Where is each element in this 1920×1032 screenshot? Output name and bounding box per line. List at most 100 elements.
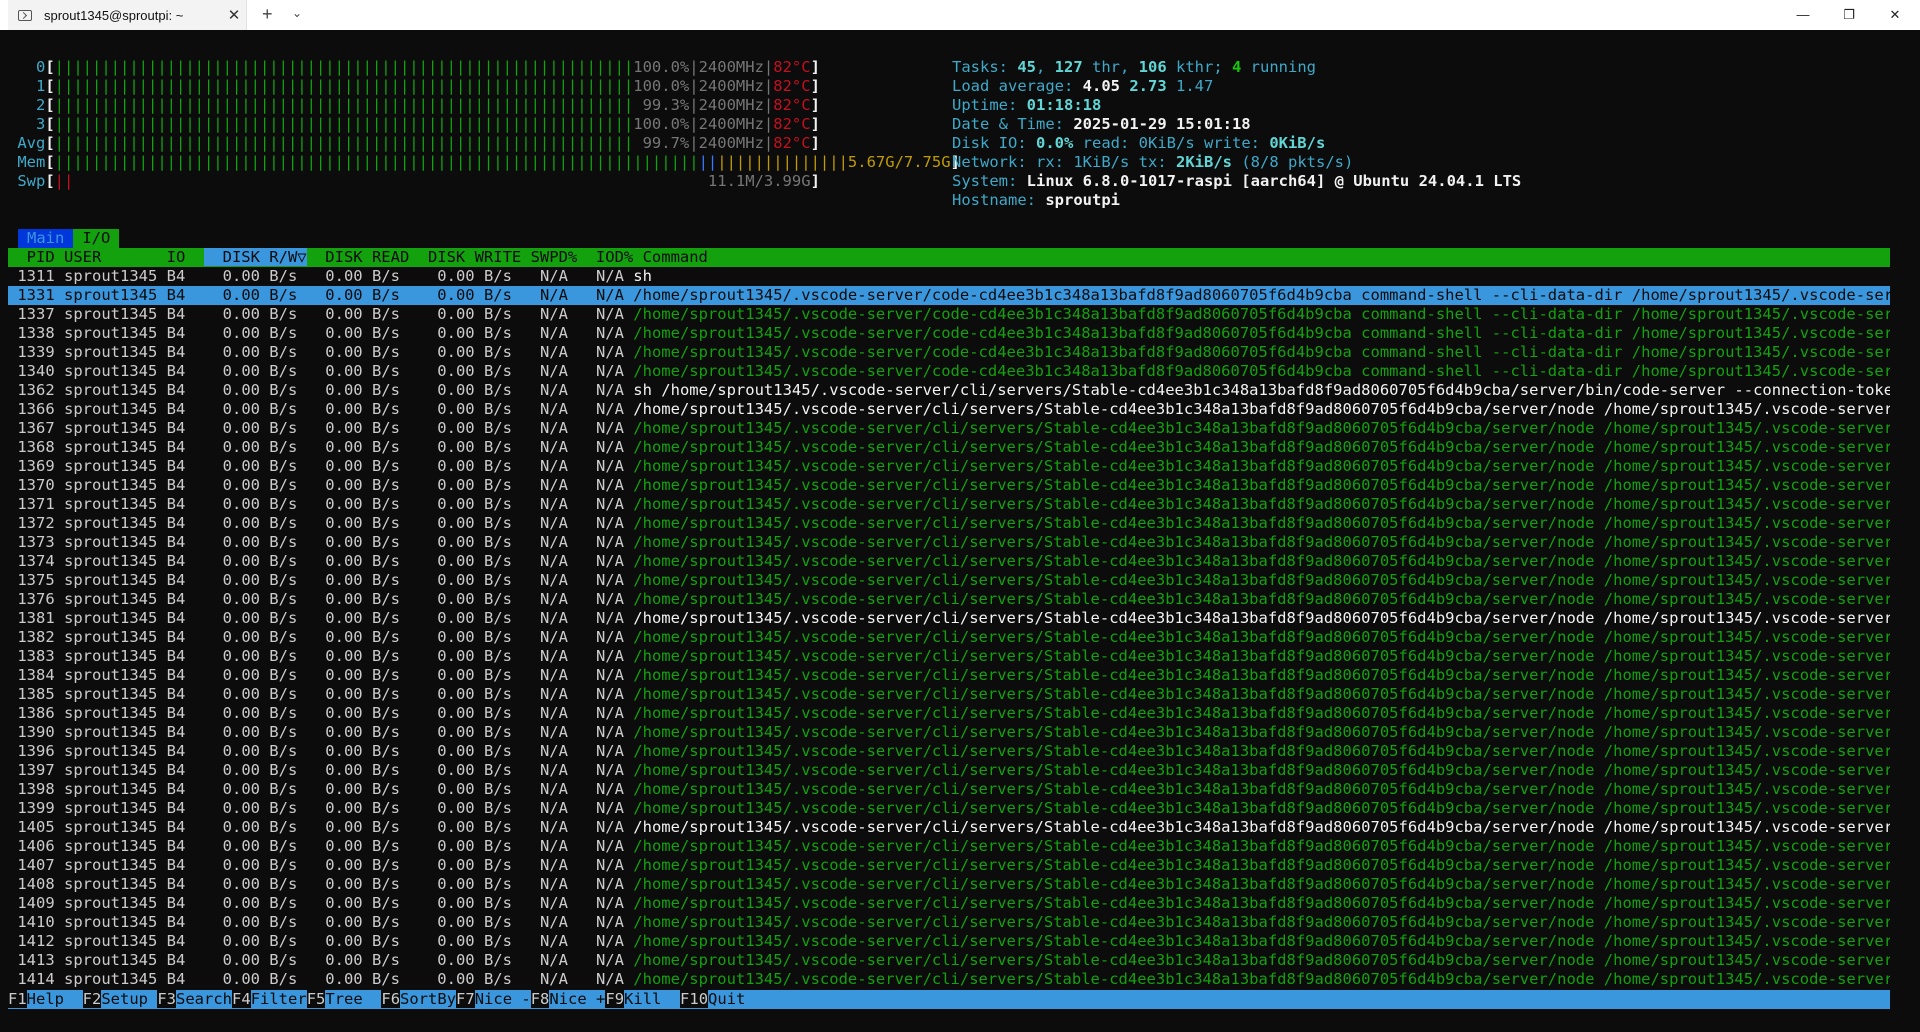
fkey-f1[interactable]: F1Help bbox=[8, 990, 83, 1009]
header-columns-left[interactable]: PID USER IO bbox=[8, 248, 204, 266]
table-row-selected[interactable]: 1331 sprout1345 B4 0.00 B/s 0.00 B/s 0.0… bbox=[8, 286, 1890, 305]
table-row[interactable]: 1390 sprout1345 B4 0.00 B/s 0.00 B/s 0.0… bbox=[8, 723, 1890, 742]
new-tab-button[interactable]: + bbox=[262, 4, 273, 25]
disk-read-cell: 0.00 B/s bbox=[306, 457, 410, 475]
table-row[interactable]: 1367 sprout1345 B4 0.00 B/s 0.00 B/s 0.0… bbox=[8, 419, 1890, 438]
table-row[interactable]: 1376 sprout1345 B4 0.00 B/s 0.00 B/s 0.0… bbox=[8, 590, 1890, 609]
memory-used-bar: ||||||||||||||||||||||||||||||||||||||||… bbox=[54, 153, 699, 171]
disk-read-cell: 0.00 B/s bbox=[306, 951, 410, 969]
maximize-button[interactable]: ❐ bbox=[1826, 0, 1872, 30]
terminal-tab[interactable]: sprout1345@sproutpi: ~ ✕ bbox=[8, 0, 247, 30]
fkey-label: SortBy bbox=[400, 990, 457, 1008]
table-row[interactable]: 1368 sprout1345 B4 0.00 B/s 0.00 B/s 0.0… bbox=[8, 438, 1890, 457]
io-priority-cell: B4 bbox=[166, 666, 195, 684]
fkey-f10[interactable]: F10Quit bbox=[680, 990, 745, 1009]
io-priority-cell: B4 bbox=[166, 400, 195, 418]
cpu-meter-readout: 99.7%|2400MHz|82°C bbox=[633, 134, 811, 152]
io-priority-cell: B4 bbox=[166, 438, 195, 456]
table-row[interactable]: 1407 sprout1345 B4 0.00 B/s 0.00 B/s 0.0… bbox=[8, 856, 1890, 875]
tab-dropdown-icon[interactable]: ⌄ bbox=[292, 6, 302, 20]
table-row[interactable]: 1373 sprout1345 B4 0.00 B/s 0.00 B/s 0.0… bbox=[8, 533, 1890, 552]
fkey-f6[interactable]: F6SortBy bbox=[381, 990, 456, 1009]
fkey-f7[interactable]: F7Nice - bbox=[456, 990, 531, 1009]
io-delay-cell: N/A bbox=[577, 419, 634, 437]
disk-write-cell: 0.00 B/s bbox=[409, 875, 522, 893]
table-row[interactable]: 1384 sprout1345 B4 0.00 B/s 0.00 B/s 0.0… bbox=[8, 666, 1890, 685]
fkey-f9[interactable]: F9Kill bbox=[605, 990, 680, 1009]
table-row[interactable]: 1370 sprout1345 B4 0.00 B/s 0.00 B/s 0.0… bbox=[8, 476, 1890, 495]
fkey-label: Nice + bbox=[549, 990, 606, 1008]
table-row[interactable]: 1362 sprout1345 B4 0.00 B/s 0.00 B/s 0.0… bbox=[8, 381, 1890, 400]
table-row[interactable]: 1414 sprout1345 B4 0.00 B/s 0.00 B/s 0.0… bbox=[8, 970, 1890, 989]
fkey-key: F1 bbox=[8, 990, 27, 1008]
table-row[interactable]: 1405 sprout1345 B4 0.00 B/s 0.00 B/s 0.0… bbox=[8, 818, 1890, 837]
disk-read-cell: 0.00 B/s bbox=[306, 856, 410, 874]
table-row[interactable]: 1338 sprout1345 B4 0.00 B/s 0.00 B/s 0.0… bbox=[8, 324, 1890, 343]
table-row[interactable]: 1369 sprout1345 B4 0.00 B/s 0.00 B/s 0.0… bbox=[8, 457, 1890, 476]
table-row[interactable]: 1398 sprout1345 B4 0.00 B/s 0.00 B/s 0.0… bbox=[8, 780, 1890, 799]
process-table-header[interactable]: PID USER IO DISK R/W▽ DISK READ DISK WRI… bbox=[8, 248, 1890, 267]
close-window-button[interactable]: ✕ bbox=[1872, 0, 1918, 30]
table-row[interactable]: 1339 sprout1345 B4 0.00 B/s 0.00 B/s 0.0… bbox=[8, 343, 1890, 362]
command-cell: sh /home/sprout1345/.vscode-server/cli/s… bbox=[633, 381, 1890, 399]
disk-rw-cell: 0.00 B/s bbox=[194, 419, 307, 437]
swapped-cell: N/A bbox=[521, 818, 578, 836]
table-row[interactable]: 1397 sprout1345 B4 0.00 B/s 0.00 B/s 0.0… bbox=[8, 761, 1890, 780]
command-cell: /home/sprout1345/.vscode-server/code-cd4… bbox=[633, 343, 1890, 361]
pid-cell: 1409 bbox=[8, 894, 64, 912]
table-row[interactable]: 1372 sprout1345 B4 0.00 B/s 0.00 B/s 0.0… bbox=[8, 514, 1890, 533]
io-delay-cell: N/A bbox=[577, 723, 634, 741]
io-delay-cell: N/A bbox=[577, 894, 634, 912]
table-row[interactable]: 1386 sprout1345 B4 0.00 B/s 0.00 B/s 0.0… bbox=[8, 704, 1890, 723]
table-row[interactable]: 1311 sprout1345 B4 0.00 B/s 0.00 B/s 0.0… bbox=[8, 267, 1890, 286]
disk-write-cell: 0.00 B/s bbox=[409, 438, 522, 456]
io-priority-cell: B4 bbox=[166, 685, 195, 703]
table-row[interactable]: 1410 sprout1345 B4 0.00 B/s 0.00 B/s 0.0… bbox=[8, 913, 1890, 932]
table-row[interactable]: 1409 sprout1345 B4 0.00 B/s 0.00 B/s 0.0… bbox=[8, 894, 1890, 913]
table-row[interactable]: 1396 sprout1345 B4 0.00 B/s 0.00 B/s 0.0… bbox=[8, 742, 1890, 761]
user-cell: sprout1345 bbox=[64, 894, 167, 912]
table-row[interactable]: 1408 sprout1345 B4 0.00 B/s 0.00 B/s 0.0… bbox=[8, 875, 1890, 894]
swapped-cell: N/A bbox=[521, 913, 578, 931]
disk-rw-cell: 0.00 B/s bbox=[194, 381, 307, 399]
table-row[interactable]: 1413 sprout1345 B4 0.00 B/s 0.00 B/s 0.0… bbox=[8, 951, 1890, 970]
table-row[interactable]: 1385 sprout1345 B4 0.00 B/s 0.00 B/s 0.0… bbox=[8, 685, 1890, 704]
table-row[interactable]: 1406 sprout1345 B4 0.00 B/s 0.00 B/s 0.0… bbox=[8, 837, 1890, 856]
table-row[interactable]: 1399 sprout1345 B4 0.00 B/s 0.00 B/s 0.0… bbox=[8, 799, 1890, 818]
swapped-cell: N/A bbox=[521, 780, 578, 798]
disk-read-cell: 0.00 B/s bbox=[306, 533, 410, 551]
command-cell: /home/sprout1345/.vscode-server/cli/serv… bbox=[633, 723, 1890, 741]
table-row[interactable]: 1366 sprout1345 B4 0.00 B/s 0.00 B/s 0.0… bbox=[8, 400, 1890, 419]
table-row[interactable]: 1374 sprout1345 B4 0.00 B/s 0.00 B/s 0.0… bbox=[8, 552, 1890, 571]
table-row[interactable]: 1340 sprout1345 B4 0.00 B/s 0.00 B/s 0.0… bbox=[8, 362, 1890, 381]
swapped-cell: N/A bbox=[521, 685, 578, 703]
table-row[interactable]: 1383 sprout1345 B4 0.00 B/s 0.00 B/s 0.0… bbox=[8, 647, 1890, 666]
fkey-f2[interactable]: F2Setup bbox=[82, 990, 158, 1009]
minimize-button[interactable]: — bbox=[1780, 0, 1826, 30]
table-row[interactable]: 1412 sprout1345 B4 0.00 B/s 0.00 B/s 0.0… bbox=[8, 932, 1890, 951]
memory-value: 5.67G/7.75G bbox=[847, 153, 951, 171]
fkey-f5[interactable]: F5Tree bbox=[306, 990, 382, 1009]
table-row[interactable]: 1382 sprout1345 B4 0.00 B/s 0.00 B/s 0.0… bbox=[8, 628, 1890, 647]
swapped-cell: N/A bbox=[521, 723, 578, 741]
table-row[interactable]: 1381 sprout1345 B4 0.00 B/s 0.00 B/s 0.0… bbox=[8, 609, 1890, 628]
header-sort-column[interactable]: DISK R/W▽ bbox=[203, 248, 307, 266]
tab-io[interactable]: I/O bbox=[73, 229, 120, 248]
disk-read-cell: 0.00 B/s bbox=[306, 362, 410, 380]
tab-close-icon[interactable]: ✕ bbox=[222, 6, 246, 24]
fkey-f8[interactable]: F8Nice + bbox=[530, 990, 606, 1009]
disk-rw-cell: 0.00 B/s bbox=[194, 286, 307, 304]
table-row[interactable]: 1375 sprout1345 B4 0.00 B/s 0.00 B/s 0.0… bbox=[8, 571, 1890, 590]
tab-main[interactable]: Main bbox=[18, 229, 74, 248]
fkey-f4[interactable]: F4Filter bbox=[232, 990, 307, 1009]
disk-rw-cell: 0.00 B/s bbox=[194, 685, 307, 703]
swap-meter-label: Swp bbox=[8, 172, 46, 190]
table-row[interactable]: 1337 sprout1345 B4 0.00 B/s 0.00 B/s 0.0… bbox=[8, 305, 1890, 324]
user-cell: sprout1345 bbox=[64, 647, 167, 665]
table-row[interactable]: 1371 sprout1345 B4 0.00 B/s 0.00 B/s 0.0… bbox=[8, 495, 1890, 514]
header-columns-right[interactable]: DISK READ DISK WRITE SWPD% IOD% Command bbox=[307, 248, 708, 266]
fkey-f3[interactable]: F3Search bbox=[157, 990, 232, 1009]
io-delay-cell: N/A bbox=[577, 476, 634, 494]
screen-tabs: Main I/O bbox=[18, 229, 120, 248]
disk-write-cell: 0.00 B/s bbox=[409, 381, 522, 399]
